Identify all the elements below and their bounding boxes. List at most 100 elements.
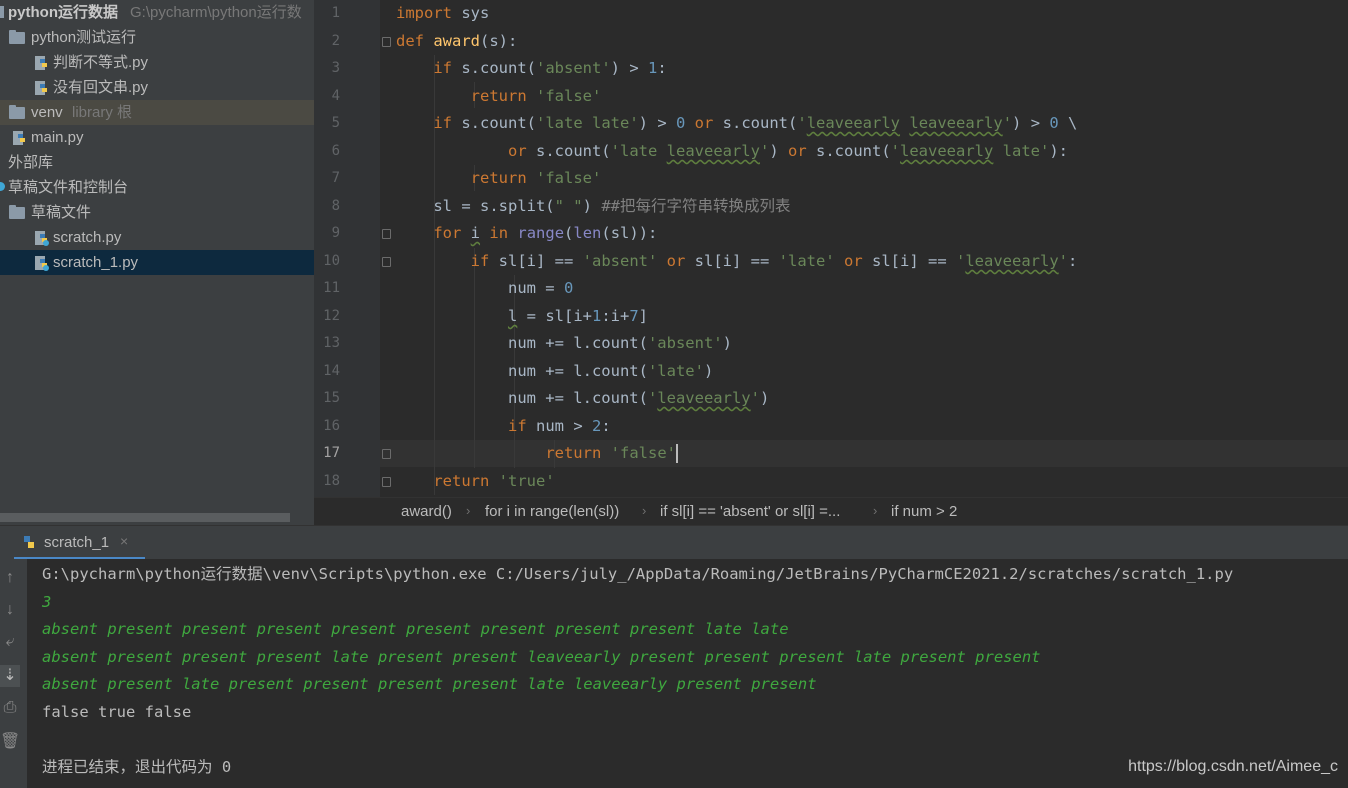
line-number: 13 [323, 335, 340, 351]
tree-item-folder[interactable]: python测试运行 [0, 25, 314, 50]
tree-item-scratches-consoles[interactable]: 草稿文件和控制台 [0, 175, 314, 200]
fold-marker[interactable] [382, 229, 391, 239]
text-caret [675, 444, 678, 463]
tree-item-file-selected[interactable]: scratch_1.py [0, 250, 314, 275]
run-toolbar: ↑ ↓ ⤶ ⇣ ⎙ 🗑 [0, 559, 27, 788]
tree-item-label: 判断不等式.py [53, 54, 149, 71]
tree-item-external-libs[interactable]: 外部库 [0, 150, 314, 175]
python-file-icon [35, 81, 47, 95]
line-number: 6 [331, 143, 340, 159]
line-number: 18 [323, 473, 340, 489]
arrow-up-icon[interactable]: ↑ [0, 569, 20, 587]
code-line[interactable]: num += l.count('absent') [396, 330, 732, 357]
trash-icon[interactable]: 🗑 [0, 731, 20, 751]
print-icon[interactable]: ⎙ [0, 699, 20, 717]
code-line[interactable]: if s.count('late late') > 0 or s.count('… [396, 110, 1077, 137]
folder-icon [9, 30, 25, 44]
run-tab[interactable]: scratch_1 × [14, 526, 145, 560]
tree-item-label: scratch.py [53, 229, 122, 246]
line-number: 2 [331, 33, 340, 49]
tree-item-label: python测试运行 [31, 29, 137, 46]
python-file-icon [24, 536, 34, 548]
code-line[interactable]: return 'false' [396, 83, 602, 110]
console-line: absent present present present present p… [42, 620, 789, 638]
tree-item-file[interactable]: 没有回文串.py [0, 75, 314, 100]
python-file-icon [13, 131, 25, 145]
code-line[interactable]: sl = s.split(" ") ##把每行字符串转换成列表 [396, 193, 790, 220]
python-file-icon [35, 56, 47, 70]
breadcrumb: award() › for i in range(len(sl)) › if s… [314, 497, 1348, 526]
folder-icon [9, 205, 25, 219]
tree-item-file[interactable]: 判断不等式.py [0, 50, 314, 75]
code-line[interactable]: num += l.count('leaveearly') [396, 385, 769, 412]
line-number: 14 [323, 363, 340, 379]
code-line[interactable]: def award(s): [396, 28, 517, 55]
breadcrumb-item[interactable]: for i in range(len(sl)) [485, 503, 619, 520]
project-tree: python运行数据 G:\pycharm\python运行数 python测试… [0, 0, 314, 525]
tree-item-venv[interactable]: venv library 根 [0, 100, 314, 125]
tree-item-label: 外部库 [8, 154, 54, 171]
folder-icon [9, 105, 25, 119]
scratch-file-icon [35, 231, 49, 246]
code-line[interactable]: num += l.count('late') [396, 358, 713, 385]
console-line: false true false [42, 703, 192, 721]
code-line[interactable]: for i in range(len(sl)): [396, 220, 657, 247]
fold-marker[interactable] [382, 257, 391, 267]
line-number: 11 [323, 280, 340, 296]
code-editor[interactable]: 1 2 3 4 5 6 7 8 9 10 11 12 13 14 15 16 1… [314, 0, 1348, 497]
breadcrumb-item[interactable]: if sl[i] == 'absent' or sl[i] =... [660, 503, 840, 520]
line-number: 8 [331, 198, 340, 214]
run-tool-window-header: scratch_1 × [0, 525, 1348, 560]
code-line[interactable]: if s.count('absent') > 1: [396, 55, 666, 82]
horizontal-scrollbar[interactable] [0, 513, 290, 522]
line-number: 9 [331, 225, 340, 241]
code-line[interactable]: if num > 2: [396, 413, 611, 440]
console-line: absent present late present present pres… [42, 675, 817, 693]
run-console[interactable]: G:\pycharm\python运行数据\venv\Scripts\pytho… [27, 559, 1348, 788]
code-line-current[interactable]: return 'false' [396, 440, 678, 467]
tree-item-label: main.py [31, 129, 84, 146]
line-number: 5 [331, 115, 340, 131]
tree-item-folder[interactable]: 草稿文件 [0, 200, 314, 225]
code-line[interactable]: l = sl[i+1:i+7] [396, 303, 648, 330]
fold-marker[interactable] [382, 449, 391, 459]
line-number: 7 [331, 170, 340, 186]
line-number: 4 [331, 88, 340, 104]
fold-marker[interactable] [382, 37, 391, 47]
line-number: 3 [331, 60, 340, 76]
tree-root-row[interactable]: python运行数据 G:\pycharm\python运行数 [0, 0, 314, 25]
line-number: 10 [323, 253, 340, 269]
console-line: G:\pycharm\python运行数据\venv\Scripts\pytho… [42, 565, 1234, 583]
breadcrumb-item[interactable]: award() [401, 503, 452, 520]
code-line[interactable]: return 'true' [396, 468, 554, 495]
scroll-to-end-icon[interactable]: ⇣ [0, 665, 20, 687]
code-line[interactable]: return 'false' [396, 165, 602, 192]
tree-item-hint: library 根 [72, 104, 133, 121]
code-line[interactable]: import sys [396, 0, 489, 27]
arrow-down-icon[interactable]: ↓ [0, 601, 20, 619]
tree-item-label: 草稿文件 [31, 204, 92, 221]
line-number-current: 17 [323, 445, 340, 461]
tree-item-label: 没有回文串.py [53, 79, 149, 96]
code-line[interactable]: num = 0 [396, 275, 573, 302]
scratch-file-icon [35, 256, 49, 271]
code-line[interactable]: or s.count('late leaveearly') or s.count… [396, 138, 1068, 165]
run-tab-label: scratch_1 [44, 534, 110, 551]
breadcrumb-item[interactable]: if num > 2 [891, 503, 957, 520]
console-line: 进程已结束，退出代码为 0 [42, 758, 232, 776]
line-number: 16 [323, 418, 340, 434]
project-root-path: G:\pycharm\python运行数 [130, 4, 302, 21]
tree-item-file[interactable]: main.py [0, 125, 314, 150]
tree-item-file[interactable]: scratch.py [0, 225, 314, 250]
folder-icon [0, 6, 4, 18]
chevron-right-icon: › [466, 503, 471, 518]
tree-item-label: scratch_1.py [53, 254, 139, 271]
fold-marker[interactable] [382, 477, 391, 487]
code-line[interactable]: if sl[i] == 'absent' or sl[i] == 'late' … [396, 248, 1078, 275]
close-icon[interactable]: × [120, 533, 128, 549]
soft-wrap-icon[interactable]: ⤶ [0, 633, 20, 651]
line-number: 1 [331, 5, 340, 21]
line-number: 12 [323, 308, 340, 324]
tree-item-label: 草稿文件和控制台 [8, 179, 129, 196]
console-line: 3 [42, 593, 52, 611]
